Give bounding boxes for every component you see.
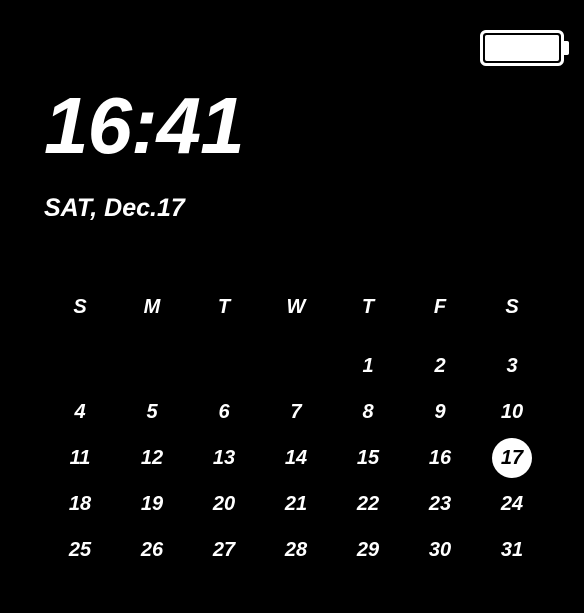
date-display: SAT, Dec.17 — [44, 194, 185, 223]
calendar-day-cell[interactable]: 20 — [188, 481, 260, 527]
calendar-day-cell[interactable]: 5 — [116, 389, 188, 435]
dow-fri: F — [404, 290, 476, 325]
calendar-day-number: 25 — [69, 539, 91, 562]
calendar-day-cell[interactable]: 28 — [260, 527, 332, 573]
watch-face-screen: 16:41 SAT, Dec.17 S M T W T F S 12345678… — [0, 0, 584, 613]
calendar-blank-cell — [44, 343, 116, 389]
calendar-day-number: 22 — [357, 493, 379, 516]
calendar-day-cell[interactable]: 4 — [44, 389, 116, 435]
calendar-day-number: 7 — [290, 401, 301, 424]
calendar-blank-cell — [188, 343, 260, 389]
calendar-day-cell[interactable]: 25 — [44, 527, 116, 573]
time-display: 16:41 — [44, 80, 244, 172]
calendar-day-number: 12 — [141, 447, 163, 470]
calendar-grid: 1234567891011121314151617181920212223242… — [44, 343, 548, 573]
calendar-day-cell[interactable]: 8 — [332, 389, 404, 435]
calendar-day-number: 20 — [213, 493, 235, 516]
calendar-day-number: 13 — [213, 447, 235, 470]
dow-tue: T — [188, 290, 260, 325]
calendar-day-number: 24 — [501, 493, 523, 516]
calendar-day-number: 29 — [357, 539, 379, 562]
calendar-day-cell[interactable]: 30 — [404, 527, 476, 573]
calendar-day-number: 5 — [146, 401, 157, 424]
calendar-day-number: 23 — [429, 493, 451, 516]
calendar-day-number: 26 — [141, 539, 163, 562]
calendar-day-cell[interactable]: 24 — [476, 481, 548, 527]
calendar-day-number: 30 — [429, 539, 451, 562]
calendar-day-cell[interactable]: 2 — [404, 343, 476, 389]
dow-sat: S — [476, 290, 548, 325]
calendar-day-number: 28 — [285, 539, 307, 562]
calendar-day-cell[interactable]: 18 — [44, 481, 116, 527]
calendar-header-row: S M T W T F S — [44, 290, 548, 325]
calendar-day-cell[interactable]: 3 — [476, 343, 548, 389]
calendar-day-number: 27 — [213, 539, 235, 562]
calendar-day-number: 19 — [141, 493, 163, 516]
calendar-day-number: 9 — [434, 401, 445, 424]
calendar-day-number: 31 — [501, 539, 523, 562]
calendar-widget: S M T W T F S 12345678910111213141516171… — [44, 290, 548, 573]
calendar-day-cell[interactable]: 13 — [188, 435, 260, 481]
calendar-day-cell[interactable]: 6 — [188, 389, 260, 435]
calendar-day-number: 1 — [362, 355, 373, 378]
calendar-day-cell[interactable]: 23 — [404, 481, 476, 527]
calendar-day-number: 2 — [434, 355, 445, 378]
calendar-day-number: 6 — [218, 401, 229, 424]
dow-mon: M — [116, 290, 188, 325]
calendar-day-cell[interactable]: 12 — [116, 435, 188, 481]
calendar-day-cell[interactable]: 7 — [260, 389, 332, 435]
calendar-day-cell[interactable]: 31 — [476, 527, 548, 573]
calendar-day-number: 17 — [492, 438, 532, 478]
calendar-day-cell[interactable]: 29 — [332, 527, 404, 573]
calendar-day-number: 10 — [501, 401, 523, 424]
calendar-day-number: 14 — [285, 447, 307, 470]
calendar-day-cell[interactable]: 16 — [404, 435, 476, 481]
battery-icon — [480, 30, 564, 66]
calendar-day-cell[interactable]: 22 — [332, 481, 404, 527]
calendar-day-cell[interactable]: 11 — [44, 435, 116, 481]
calendar-day-cell[interactable]: 1 — [332, 343, 404, 389]
calendar-day-cell[interactable]: 15 — [332, 435, 404, 481]
calendar-day-number: 8 — [362, 401, 373, 424]
dow-wed: W — [260, 290, 332, 325]
calendar-blank-cell — [260, 343, 332, 389]
dow-thu: T — [332, 290, 404, 325]
dow-sun: S — [44, 290, 116, 325]
calendar-day-number: 21 — [285, 493, 307, 516]
calendar-day-cell[interactable]: 27 — [188, 527, 260, 573]
calendar-day-cell[interactable]: 26 — [116, 527, 188, 573]
calendar-day-number: 15 — [357, 447, 379, 470]
calendar-day-number: 18 — [69, 493, 91, 516]
battery-fill — [485, 35, 559, 61]
calendar-day-cell[interactable]: 17 — [476, 435, 548, 481]
calendar-day-number: 11 — [70, 447, 91, 470]
calendar-day-cell[interactable]: 21 — [260, 481, 332, 527]
calendar-day-number: 16 — [429, 447, 451, 470]
calendar-day-cell[interactable]: 9 — [404, 389, 476, 435]
calendar-day-cell[interactable]: 14 — [260, 435, 332, 481]
calendar-day-cell[interactable]: 19 — [116, 481, 188, 527]
calendar-blank-cell — [116, 343, 188, 389]
calendar-day-cell[interactable]: 10 — [476, 389, 548, 435]
calendar-day-number: 4 — [74, 401, 85, 424]
calendar-day-number: 3 — [506, 355, 517, 378]
